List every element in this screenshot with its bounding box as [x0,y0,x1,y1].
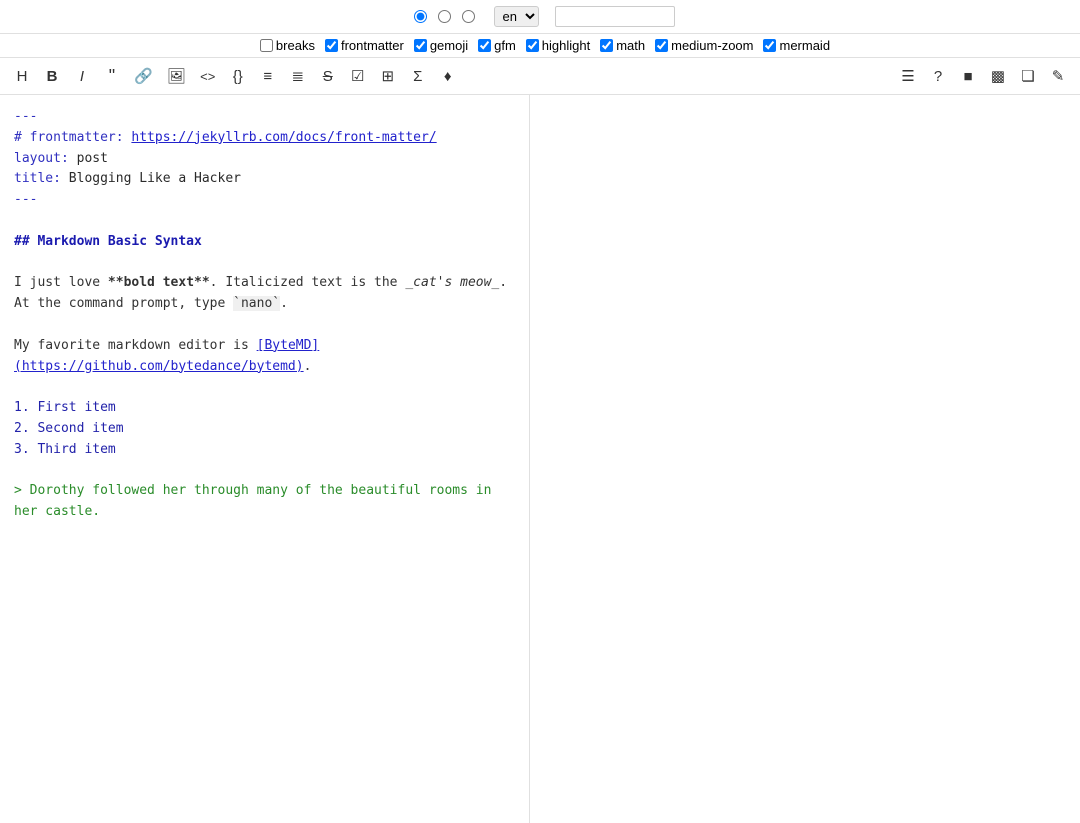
mode-auto-label[interactable] [414,10,430,23]
toolbar-task[interactable]: ☑ [344,62,372,90]
plugin-medium-zoom-check[interactable] [655,39,668,52]
toolbar-view-editor[interactable]: ■ [954,62,982,90]
plugin-medium-zoom[interactable]: medium-zoom [655,38,753,53]
plugin-gfm[interactable]: gfm [478,38,516,53]
maxlength-input[interactable] [555,6,675,27]
toolbar-code-block[interactable]: {} [224,62,252,90]
toolbar-right: ☰ ? ■ ▩ ❏ ✎ [894,62,1072,90]
plugin-math-check[interactable] [600,39,613,52]
plugin-frontmatter-check[interactable] [325,39,338,52]
mode-split-label[interactable] [438,10,454,23]
locale-select[interactable]: enzhfrde [494,6,539,27]
plugins-bar: breaks frontmatter gemoji gfm highlight … [0,34,1080,58]
toolbar-heading[interactable]: H [8,62,36,90]
toolbar-menu[interactable]: ☰ [894,62,922,90]
mode-tab-radio[interactable] [462,10,475,23]
toolbar-image[interactable]: 🖼 [161,62,192,90]
plugin-breaks-check[interactable] [260,39,273,52]
plugin-highlight[interactable]: highlight [526,38,590,53]
toolbar-strikethrough[interactable]: S [314,62,342,90]
toolbar-view-split[interactable]: ▩ [984,62,1012,90]
toolbar-help[interactable]: ? [924,62,952,90]
toolbar-diagram[interactable]: ♦ [434,62,462,90]
toolbar-ol[interactable]: ≣ [284,62,312,90]
toolbar-bold[interactable]: B [38,62,66,90]
mode-bar: enzhfrde [0,0,1080,34]
toolbar-link[interactable]: 🔗 [128,62,159,90]
mode-split-radio[interactable] [438,10,451,23]
mode-auto-radio[interactable] [414,10,427,23]
plugin-mermaid-check[interactable] [763,39,776,52]
main-area: --- # frontmatter: https://jekyllrb.com/… [0,95,1080,823]
plugin-gfm-check[interactable] [478,39,491,52]
toolbar-math[interactable]: Σ [404,62,432,90]
plugin-gemoji-check[interactable] [414,39,427,52]
toolbar-ul[interactable]: ≡ [254,62,282,90]
mode-tab-label[interactable] [462,10,478,23]
toolbar-table[interactable]: ⊞ [374,62,402,90]
plugin-frontmatter[interactable]: frontmatter [325,38,404,53]
plugin-math[interactable]: math [600,38,645,53]
toolbar-quote[interactable]: " [98,62,126,90]
editor-toolbar: H B I " 🔗 🖼 <> {} ≡ ≣ S ☑ ⊞ Σ ♦ ☰ ? ■ ▩ … [0,58,1080,95]
editor-pane[interactable]: --- # frontmatter: https://jekyllrb.com/… [0,95,530,823]
plugin-breaks[interactable]: breaks [260,38,315,53]
toolbar-github[interactable]: ✎ [1044,62,1072,90]
editor-content: --- # frontmatter: https://jekyllrb.com/… [14,107,515,544]
toolbar-fullscreen[interactable]: ❏ [1014,62,1042,90]
toolbar-italic[interactable]: I [68,62,96,90]
plugin-highlight-check[interactable] [526,39,539,52]
toolbar-code-inline[interactable]: <> [194,62,222,90]
plugin-gemoji[interactable]: gemoji [414,38,468,53]
plugin-mermaid[interactable]: mermaid [763,38,830,53]
